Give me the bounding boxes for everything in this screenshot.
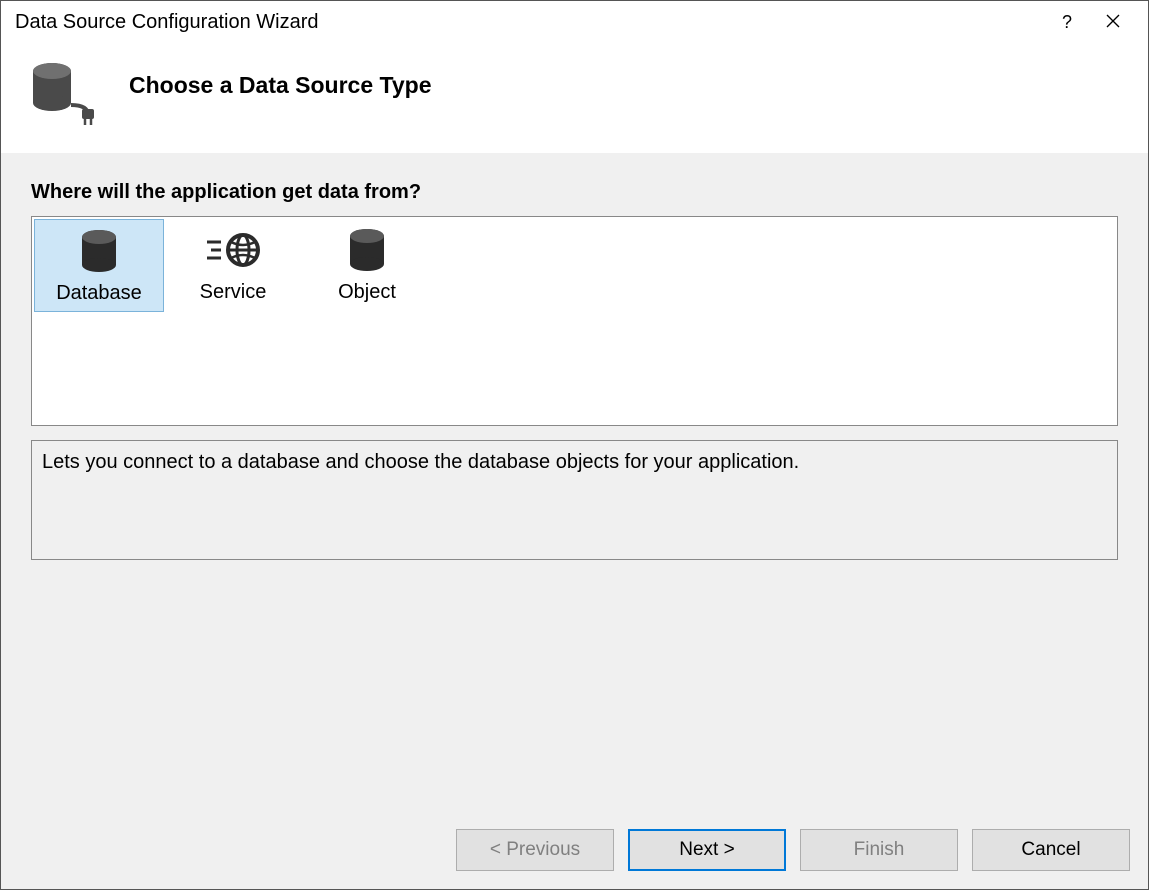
service-icon (205, 225, 261, 275)
close-button[interactable] (1090, 7, 1136, 37)
previous-button: < Previous (456, 829, 614, 871)
page-heading: Choose a Data Source Type (129, 72, 432, 99)
wizard-content: Where will the application get data from… (1, 153, 1148, 813)
description-text: Lets you connect to a database and choos… (31, 440, 1118, 560)
option-label: Service (200, 281, 267, 304)
help-button[interactable]: ? (1044, 7, 1090, 37)
option-label: Object (338, 281, 396, 304)
help-icon: ? (1062, 12, 1072, 33)
prompt-text: Where will the application get data from… (31, 181, 1118, 204)
option-database[interactable]: Database (34, 219, 164, 312)
next-button[interactable]: Next > (628, 829, 786, 871)
database-icon (79, 226, 119, 276)
finish-button: Finish (800, 829, 958, 871)
object-icon (347, 225, 387, 275)
titlebar: Data Source Configuration Wizard ? (1, 1, 1148, 41)
wizard-header: Choose a Data Source Type (1, 41, 1148, 153)
option-service[interactable]: Service (168, 219, 298, 310)
wizard-footer: < Previous Next > Finish Cancel (1, 813, 1148, 889)
cancel-button[interactable]: Cancel (972, 829, 1130, 871)
data-source-options: Database Service (31, 216, 1118, 426)
option-object[interactable]: Object (302, 219, 432, 310)
close-icon (1106, 12, 1120, 33)
option-label: Database (56, 282, 142, 305)
database-plug-icon (25, 59, 105, 125)
window-title: Data Source Configuration Wizard (15, 11, 1044, 34)
